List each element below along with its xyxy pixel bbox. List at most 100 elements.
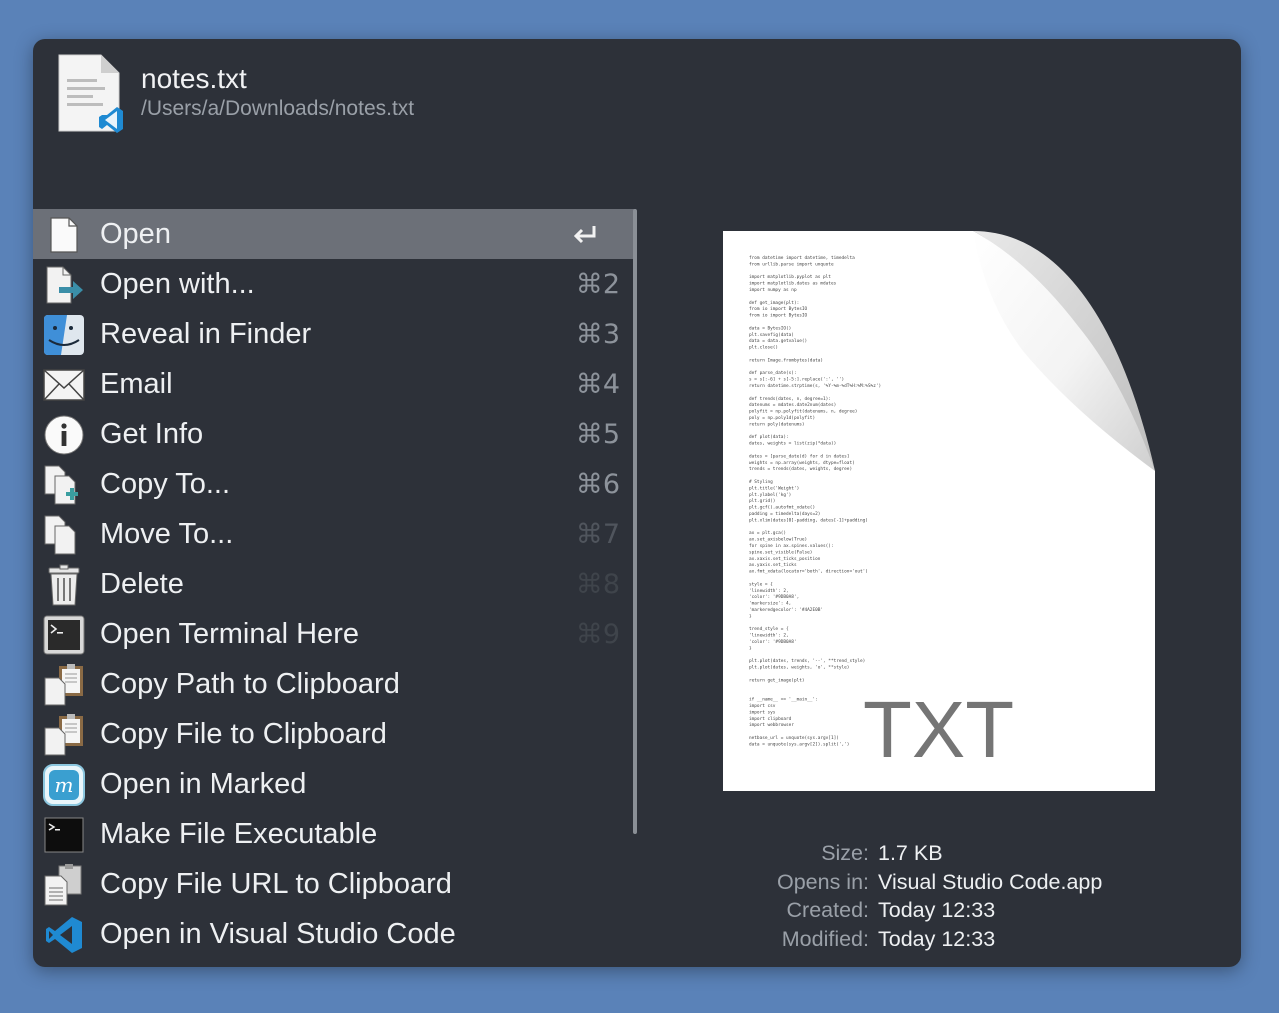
code-line: spine.set_visible(False) — [749, 549, 812, 555]
code-line: from urllib.parse import unquote — [749, 261, 834, 267]
clipboard-icon — [43, 664, 85, 706]
code-line: dates, weights = list(zip(*data)) — [749, 441, 836, 447]
code-line: 'linewidth': 2, — [749, 588, 789, 594]
shortcut-label: ⌘4 — [575, 368, 620, 400]
code-line: ax.fmt_xdata(locator='both', direction='… — [749, 569, 868, 575]
info-key: Size: — [821, 841, 869, 865]
info-value: Today 12:33 — [878, 926, 996, 951]
action-copy-file-url-to-clipboard[interactable]: Copy File URL to Clipboard — [33, 859, 636, 909]
code-line: plt.close() — [749, 345, 778, 351]
action-open-in-visual-studio-code[interactable]: Open in Visual Studio Code — [33, 909, 636, 959]
action-label: Open in Visual Studio Code — [100, 917, 456, 950]
code-line: def get_image(plt): — [749, 300, 799, 306]
action-copy-file-to-clipboard[interactable]: Copy File to Clipboard — [33, 709, 636, 759]
action-get-info[interactable]: Get Info ⌘5 — [33, 409, 636, 459]
copy-to-icon — [43, 464, 85, 506]
trash-icon — [43, 564, 85, 606]
code-line: plt.xlim(dates[0]-padding, dates[-1]+pad… — [749, 517, 868, 523]
code-line: from io import BytesIO — [749, 313, 808, 319]
code-line: data = unquote(sys.argv[2]).split(',') — [749, 741, 849, 747]
action-label: Copy Path to Clipboard — [100, 667, 400, 700]
code-line: ax.set_axisbelow(True) — [749, 537, 807, 543]
code-line: plt.ylabel('kg') — [749, 492, 791, 498]
code-line: } — [749, 613, 752, 619]
action-copy-path-to-clipboard[interactable]: Copy Path to Clipboard — [33, 659, 636, 709]
shortcut-label: ⌘5 — [575, 418, 620, 450]
shortcut-label: ⌘6 — [575, 468, 620, 500]
action-make-file-executable[interactable]: Make File Executable — [33, 809, 636, 859]
action-move-to[interactable]: Move To... ⌘7 — [33, 509, 636, 559]
code-line: return poly(datenums) — [749, 421, 805, 427]
code-line: 'color': '#9DB0A8' — [749, 639, 797, 645]
action-label: Delete — [100, 567, 184, 600]
action-open-with[interactable]: Open with... ⌘2 — [33, 259, 636, 309]
terminal-window-icon — [43, 614, 85, 656]
action-delete[interactable]: Delete ⌘8 — [33, 559, 636, 609]
code-line: datenums = mdates.date2num(dates) — [749, 402, 836, 408]
action-open-in-marked[interactable]: m Open in Marked — [33, 759, 636, 809]
code-line: if __name__ == '__main__': — [749, 697, 818, 703]
code-line: return Image.frombytes(data) — [749, 357, 823, 363]
vscode-icon — [43, 914, 85, 956]
info-key: Modified: — [781, 926, 869, 951]
text-file-vscode-icon — [58, 54, 123, 133]
code-line: plt.gcf().autofmt_xdate() — [749, 505, 815, 511]
svg-text:m: m — [55, 773, 74, 797]
code-line: # Styling — [749, 479, 773, 485]
info-row-modified: Modified: Today 12:33 — [593, 925, 1193, 954]
code-line: import matplotlib.pyplot as plt — [749, 274, 831, 280]
action-open[interactable]: Open — [33, 209, 636, 259]
action-label: Make File Executable — [100, 817, 378, 850]
action-open-terminal-here[interactable]: Open Terminal Here ⌘9 — [33, 609, 636, 659]
info-value: 1.7 KB — [878, 841, 943, 865]
shortcut-label: ⌘9 — [575, 618, 620, 650]
code-line: netbase_url = unquote(sys.argv[1]) — [749, 735, 839, 741]
action-label: Open in Marked — [100, 767, 307, 800]
code-line: plt.title('Weight') — [749, 485, 799, 491]
action-label: Open Terminal Here — [100, 617, 359, 650]
code-line: import sys — [749, 709, 776, 715]
code-line: polyfit = np.polyfit(datenums, n, degree… — [749, 409, 857, 415]
info-value: Today 12:33 — [878, 898, 996, 922]
terminal-icon — [43, 814, 85, 856]
action-label: Get Info — [100, 417, 204, 450]
code-line: plt.plot(dates, trends, '--', **trend_st… — [749, 658, 865, 664]
info-row-opens-in: Opens in: Visual Studio Code.app — [593, 868, 1193, 897]
action-label: Open — [100, 217, 171, 250]
clipboard-url-icon — [43, 864, 85, 906]
action-label: Copy File to Clipboard — [100, 717, 387, 750]
shortcut-label: ⌘2 — [575, 268, 620, 300]
file-header: notes.txt /Users/a/Downloads/notes.txt — [33, 39, 1241, 209]
move-to-icon — [43, 514, 85, 556]
shortcut-label: ⌘7 — [575, 518, 620, 550]
list-scrollbar[interactable] — [633, 209, 637, 834]
action-email[interactable]: Email ⌘4 — [33, 359, 636, 409]
code-line: import matplotlib.dates as mdates — [749, 281, 837, 287]
code-line: trend_style = { — [749, 626, 789, 632]
action-reveal-in-finder[interactable]: Reveal in Finder ⌘3 — [33, 309, 636, 359]
file-path: /Users/a/Downloads/notes.txt — [141, 97, 415, 120]
shortcut-label: ⌘8 — [575, 568, 620, 600]
action-copy-to[interactable]: Copy To... ⌘6 — [33, 459, 636, 509]
code-line: weights = np.array(weights, dtype=float) — [749, 460, 855, 466]
info-key: Opens in: — [776, 869, 869, 894]
action-list: Open Open with... ⌘2 Reveal in Finder ⌘3… — [33, 209, 636, 959]
code-line: import clipboard — [749, 716, 792, 722]
code-line: data = data.getvalue() — [749, 338, 807, 344]
code-line: plt.plot(dates, weights, 'o', **style) — [749, 665, 849, 671]
code-line: 'linewidth': 2, — [749, 633, 789, 639]
file-actions-panel: notes.txt /Users/a/Downloads/notes.txt O… — [33, 39, 1241, 967]
code-line: for spine in ax.spines.values(): — [749, 543, 834, 549]
action-label: Copy File URL to Clipboard — [100, 867, 452, 900]
file-preview: from datetime import datetime, timedelta… — [723, 231, 1155, 791]
info-icon — [43, 414, 85, 456]
code-line: s = s[:-6] + s[-5:].replace(':', '') — [749, 377, 844, 383]
code-line: import numpy as np — [749, 287, 797, 293]
action-label: Email — [100, 367, 173, 400]
finder-icon — [43, 314, 85, 356]
code-line: poly = np.poly1d(polyfit) — [749, 415, 815, 421]
code-line: def trends(dates, n, degree=1): — [749, 396, 831, 402]
info-key: Created: — [786, 898, 869, 922]
txt-badge: TXT — [863, 685, 1014, 774]
return-key-icon — [573, 226, 596, 244]
